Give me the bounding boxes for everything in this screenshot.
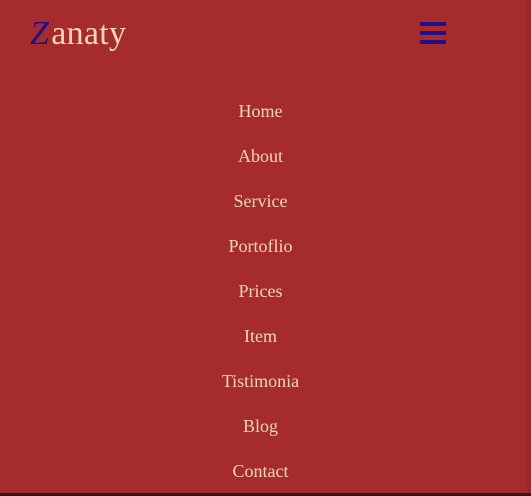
nav-item-item: Item (0, 313, 521, 358)
nav-link-contact[interactable]: Contact (233, 460, 289, 482)
nav-link-prices[interactable]: Prices (239, 280, 283, 302)
nav-link-service[interactable]: Service (234, 190, 288, 212)
hamburger-menu-icon[interactable] (420, 22, 448, 46)
nav-link-testimonials[interactable]: Tistimonia (222, 370, 299, 392)
nav-item-home: Home (0, 88, 521, 133)
scrollbar-edge (527, 0, 531, 496)
page: Zanaty Home About Service Portoflio Pric… (0, 0, 531, 496)
hamburger-bar-top (420, 22, 446, 26)
hamburger-bar-middle (420, 31, 446, 35)
nav-menu: Home About Service Portoflio Prices Item… (0, 88, 521, 493)
brand-logo-text: anaty (51, 15, 127, 52)
brand-logo-initial: Z (30, 15, 50, 52)
nav-link-about[interactable]: About (238, 145, 283, 167)
nav-link-portfolio[interactable]: Portoflio (228, 235, 292, 257)
nav-item-portfolio: Portoflio (0, 223, 521, 268)
nav-link-blog[interactable]: Blog (243, 415, 278, 437)
nav-item-prices: Prices (0, 268, 521, 313)
nav-item-about: About (0, 133, 521, 178)
brand-logo[interactable]: Zanaty (30, 14, 126, 54)
nav-item-testimonials: Tistimonia (0, 358, 521, 403)
nav-item-service: Service (0, 178, 521, 223)
nav-link-home[interactable]: Home (239, 100, 283, 122)
nav-item-contact: Contact (0, 448, 521, 493)
nav-link-item[interactable]: Item (244, 325, 277, 347)
hamburger-bar-bottom (420, 40, 446, 44)
nav-item-blog: Blog (0, 403, 521, 448)
